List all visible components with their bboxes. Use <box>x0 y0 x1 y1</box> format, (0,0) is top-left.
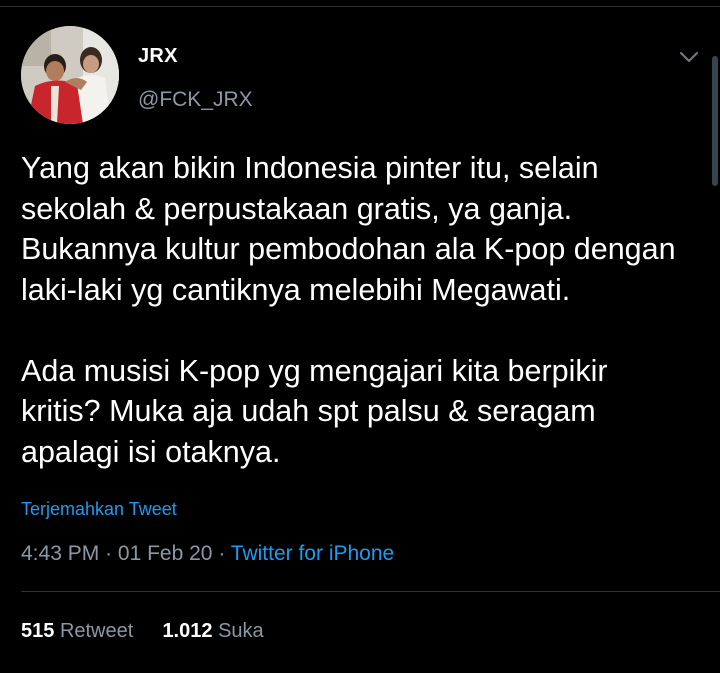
meta-separator: · <box>218 542 226 565</box>
retweets-label: Retweet <box>59 620 134 642</box>
tweet-source-link[interactable]: Twitter for iPhone <box>231 542 394 565</box>
retweets-stat[interactable]: 515 Retweet <box>21 620 139 642</box>
translate-tweet-link[interactable]: Terjemahkan Tweet <box>21 499 177 520</box>
stats-divider <box>21 591 720 592</box>
likes-label: Suka <box>218 620 264 642</box>
avatar[interactable] <box>21 26 119 124</box>
tweet-date[interactable]: 01 Feb 20 <box>118 542 213 565</box>
retweets-count: 515 <box>21 620 55 642</box>
scrollbar[interactable] <box>712 56 718 186</box>
tweet-stats: 515 Retweet 1.012 Suka <box>21 620 264 643</box>
tweet-text: Yang akan bikin Indonesia pinter itu, se… <box>21 151 676 469</box>
likes-stat[interactable]: 1.012 Suka <box>162 620 263 642</box>
likes-count: 1.012 <box>162 620 213 642</box>
author-display-name[interactable]: JRX <box>138 45 178 68</box>
chevron-down-icon[interactable] <box>674 42 704 72</box>
meta-separator: · <box>105 542 113 565</box>
tweet-meta: 4:43 PM · 01 Feb 20 · Twitter for iPhone <box>21 542 394 566</box>
top-divider <box>0 6 720 7</box>
avatar-photo <box>21 26 119 124</box>
tweet-time[interactable]: 4:43 PM <box>21 542 99 565</box>
author-handle[interactable]: @FCK_JRX <box>138 88 253 112</box>
